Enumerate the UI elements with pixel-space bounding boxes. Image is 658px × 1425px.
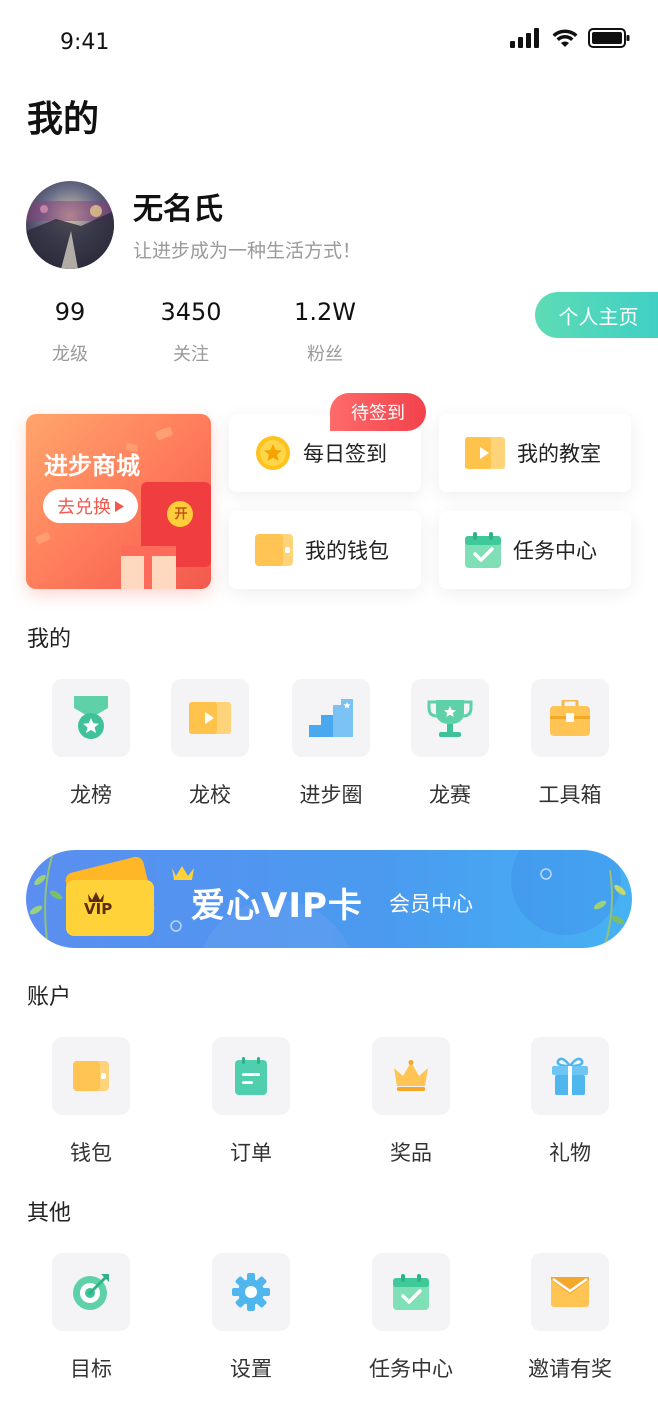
quick-label: 任务中心: [513, 539, 597, 563]
grid-label: 礼物: [549, 1141, 591, 1165]
wallet-icon: [73, 1061, 109, 1091]
page-title: 我的: [27, 99, 100, 140]
my-wallet-card[interactable]: 我的钱包: [229, 511, 421, 589]
open-label: 开: [174, 507, 188, 522]
gift-icon: [552, 1057, 588, 1095]
grid-label: 订单: [230, 1141, 272, 1165]
grid-tile: [531, 679, 609, 757]
battery-icon: [588, 28, 630, 48]
grid-item-order[interactable]: 订单: [201, 1037, 301, 1167]
grid-label: 进步圈: [299, 783, 363, 807]
calendar-check-icon: [393, 1274, 429, 1310]
quick-label: 我的教室: [517, 442, 601, 466]
section-title-account: 账户: [27, 985, 72, 1010]
stat-label: 粉丝: [307, 344, 343, 365]
grid-label: 奖品: [390, 1141, 432, 1165]
quick-label: 我的钱包: [305, 539, 389, 563]
grid-item-prize[interactable]: 奖品: [361, 1037, 461, 1167]
mall-exchange-label: 去兑换: [57, 497, 111, 518]
grid-label: 钱包: [70, 1141, 112, 1165]
grid-label: 龙榜: [70, 783, 112, 807]
grid-label: 目标: [70, 1357, 112, 1381]
my-classroom-card[interactable]: 我的教室: [439, 414, 631, 492]
wifi-icon: [552, 29, 578, 47]
coin-star-icon: [256, 436, 290, 470]
video-icon: [189, 702, 231, 734]
grid-label: 工具箱: [538, 783, 602, 807]
user-motto: 让进步成为一种生活方式！: [133, 240, 362, 262]
grid-tile: [212, 1037, 290, 1115]
play-folder-icon: [465, 437, 505, 469]
grid-label: 任务中心: [369, 1357, 453, 1381]
vip-card-label: VIP: [84, 900, 113, 918]
target-icon: [73, 1274, 109, 1310]
vip-subtitle: 会员中心: [389, 892, 473, 916]
grid-item-wallet[interactable]: 钱包: [41, 1037, 141, 1167]
grid-tile: [52, 679, 130, 757]
wallet-icon: [255, 534, 293, 566]
vip-title: 爱心VIP卡: [191, 886, 363, 926]
grid-tile: [372, 1253, 450, 1331]
grid-tile: [171, 679, 249, 757]
stat-following[interactable]: 3450 关注: [131, 298, 251, 366]
arrow-right-icon: [115, 500, 124, 512]
grid-label: 龙校: [189, 783, 231, 807]
grid-item-invite[interactable]: 邀请有奖: [520, 1253, 620, 1383]
grid-tile: [411, 679, 489, 757]
calendar-check-icon: [465, 532, 501, 568]
stairs-icon: [309, 699, 353, 737]
crown-icon: [394, 1060, 428, 1091]
gear-icon: [232, 1273, 270, 1311]
grid-item-contest[interactable]: 龙赛: [400, 679, 500, 809]
stat-value: 3450: [160, 298, 222, 326]
grid-tile: [531, 1037, 609, 1115]
homepage-button[interactable]: 个人主页: [535, 292, 658, 338]
mall-exchange-button[interactable]: 去兑换: [43, 489, 138, 523]
grid-item-task-center[interactable]: 任务中心: [361, 1253, 461, 1383]
user-name: 无名氏: [133, 192, 223, 227]
stat-level[interactable]: 99 龙级: [10, 298, 130, 366]
quick-label: 每日签到: [303, 442, 387, 466]
status-icons: [510, 28, 630, 48]
section-title-mine: 我的: [27, 627, 72, 652]
grid-item-school[interactable]: 龙校: [160, 679, 260, 809]
envelope-icon: [551, 1277, 589, 1307]
trophy-icon: [427, 700, 473, 737]
grid-item-settings[interactable]: 设置: [201, 1253, 301, 1383]
grid-item-target[interactable]: 目标: [41, 1253, 141, 1383]
order-icon: [235, 1057, 267, 1095]
grid-item-gift[interactable]: 礼物: [520, 1037, 620, 1167]
medal-icon: [74, 696, 108, 739]
grid-label: 设置: [230, 1357, 272, 1381]
grid-tile: [52, 1037, 130, 1115]
toolbox-icon: [550, 700, 590, 736]
grid-tile: [292, 679, 370, 757]
vip-banner[interactable]: VIP 爱心VIP卡 会员中心: [26, 850, 632, 948]
stat-value: 1.2W: [294, 298, 356, 326]
stat-followers[interactable]: 1.2W 粉丝: [265, 298, 385, 366]
grid-label: 邀请有奖: [528, 1357, 612, 1381]
grid-item-circle[interactable]: 进步圈: [281, 679, 381, 809]
grid-tile: [52, 1253, 130, 1331]
grid-item-ranking[interactable]: 龙榜: [41, 679, 141, 809]
grid-tile: [372, 1037, 450, 1115]
checkin-badge: 待签到: [330, 393, 426, 431]
task-center-card[interactable]: 任务中心: [439, 511, 631, 589]
avatar[interactable]: [26, 181, 114, 269]
status-time: 9:41: [60, 30, 110, 55]
mall-title: 进步商城: [44, 452, 140, 480]
signal-icon: [510, 28, 539, 48]
grid-tile: [531, 1253, 609, 1331]
stat-label: 龙级: [52, 344, 88, 365]
stat-label: 关注: [173, 344, 209, 365]
section-title-other: 其他: [27, 1201, 72, 1226]
mall-card[interactable]: 进步商城 去兑换 开: [26, 414, 211, 589]
stat-value: 99: [54, 298, 86, 326]
grid-item-toolbox[interactable]: 工具箱: [520, 679, 620, 809]
grid-tile: [212, 1253, 290, 1331]
grid-label: 龙赛: [429, 783, 471, 807]
